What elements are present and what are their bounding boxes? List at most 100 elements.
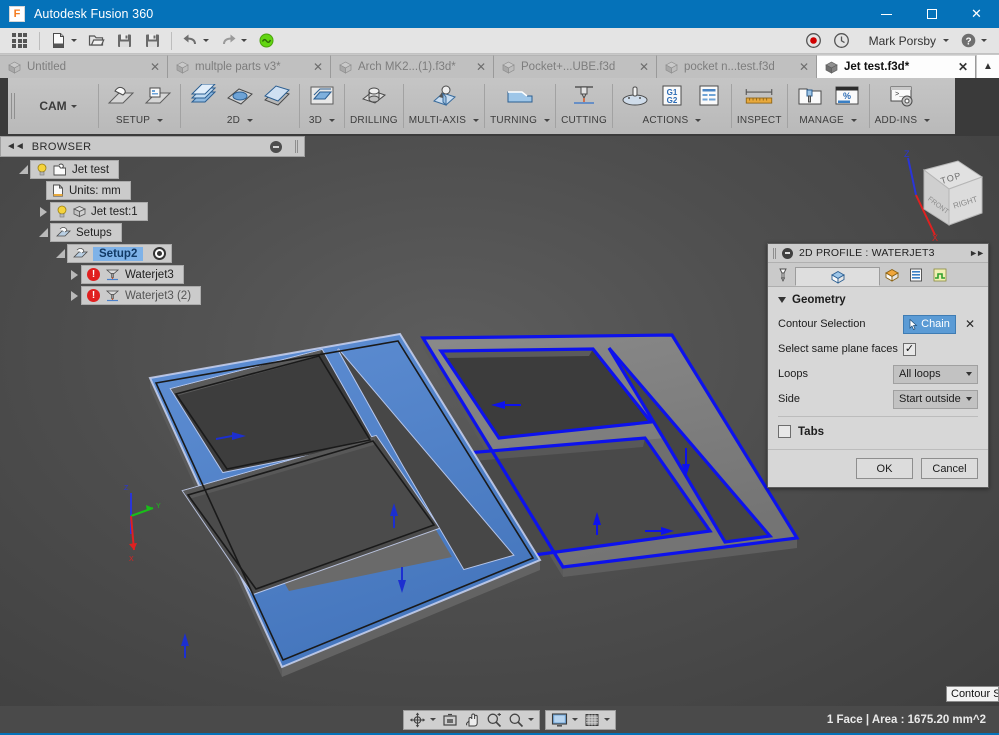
expander-closed-icon[interactable] bbox=[36, 202, 50, 221]
measure-button[interactable] bbox=[742, 82, 776, 114]
loops-select[interactable]: All loops bbox=[893, 364, 978, 384]
orbit-button[interactable] bbox=[406, 711, 439, 729]
ribbon-group-label-cutting[interactable]: CUTTING bbox=[561, 115, 607, 126]
help-button[interactable]: ? bbox=[956, 29, 991, 53]
cutting-button[interactable] bbox=[567, 82, 601, 114]
light-bulb-icon[interactable] bbox=[36, 163, 48, 176]
tree-row-setups[interactable]: Setups bbox=[0, 223, 310, 242]
machining-time-button[interactable]: % bbox=[830, 82, 864, 114]
simulate-button[interactable] bbox=[618, 82, 652, 114]
tab-scroll-up-button[interactable]: ▲ bbox=[977, 55, 999, 78]
ribbon-group-label-actions[interactable]: ACTIONS bbox=[642, 115, 702, 126]
tree-row-waterjet3[interactable]: ! Waterjet3 bbox=[0, 265, 310, 284]
maximize-button[interactable] bbox=[909, 0, 954, 28]
side-select[interactable]: Start outside bbox=[893, 389, 978, 409]
record-button[interactable] bbox=[801, 29, 826, 53]
close-tab-icon[interactable]: ✕ bbox=[313, 60, 323, 74]
close-button[interactable]: ✕ bbox=[954, 0, 999, 28]
drilling-button[interactable] bbox=[357, 82, 391, 114]
setup-from-folder-button[interactable] bbox=[141, 82, 175, 114]
ribbon-group-label-turning[interactable]: TURNING bbox=[490, 115, 551, 126]
tree-row-waterjet3-2[interactable]: ! Waterjet3 (2) bbox=[0, 286, 310, 305]
zoom-button[interactable] bbox=[505, 711, 537, 729]
tree-row-jet-test-1[interactable]: Jet test:1 bbox=[0, 202, 310, 221]
setup-target-icon[interactable] bbox=[153, 247, 167, 260]
display-settings-button[interactable] bbox=[548, 711, 581, 729]
ribbon-group-label-drilling[interactable]: DRILLING bbox=[350, 115, 398, 126]
geometry-section-header[interactable]: Geometry bbox=[778, 294, 978, 306]
tree-row-setup2[interactable]: Setup2 bbox=[0, 244, 310, 263]
tool-library-button[interactable] bbox=[793, 82, 827, 114]
recent-button[interactable] bbox=[829, 29, 854, 53]
app-grid-icon[interactable] bbox=[12, 33, 27, 48]
contour-selection-chain-button[interactable]: Chain bbox=[903, 314, 956, 334]
undo-button[interactable] bbox=[178, 29, 213, 53]
ribbon-group-label-manage[interactable]: MANAGE bbox=[799, 115, 857, 126]
expander-open-icon[interactable] bbox=[16, 160, 30, 179]
expander-open-icon[interactable] bbox=[36, 223, 50, 242]
dialog-minimize-icon[interactable] bbox=[782, 247, 793, 259]
expander-open-icon[interactable] bbox=[53, 244, 67, 263]
close-tab-icon[interactable]: ✕ bbox=[799, 60, 809, 74]
ribbon-group-label-2d[interactable]: 2D bbox=[227, 115, 254, 126]
zoom-window-button[interactable] bbox=[483, 711, 505, 729]
tree-row-units[interactable]: Units: mm bbox=[0, 181, 310, 200]
document-tab-1[interactable]: multple parts v3* ✕ bbox=[168, 55, 331, 78]
document-tab-0[interactable]: Untitled ✕ bbox=[0, 55, 168, 78]
dialog-expand-icon[interactable]: ►► bbox=[969, 248, 985, 258]
document-tab-4[interactable]: pocket n...test.f3d ✕ bbox=[657, 55, 817, 78]
collapse-left-icon[interactable]: ◄◄ bbox=[6, 141, 25, 152]
look-at-button[interactable] bbox=[439, 711, 461, 729]
turning-button[interactable] bbox=[503, 82, 537, 114]
document-tab-5[interactable]: Jet test.f3d* ✕ bbox=[817, 55, 976, 78]
document-tab-2[interactable]: Arch MK2...(1).f3d* ✕ bbox=[331, 55, 494, 78]
redo-button[interactable] bbox=[216, 29, 251, 53]
same-plane-faces-checkbox[interactable] bbox=[903, 342, 916, 356]
save-button[interactable] bbox=[112, 29, 137, 53]
scripts-addins-button[interactable]: >_ bbox=[885, 82, 919, 114]
dialog-tab-passes[interactable] bbox=[904, 263, 928, 286]
document-tab-3[interactable]: Pocket+...UBE.f3d ✕ bbox=[494, 55, 657, 78]
light-bulb-icon[interactable] bbox=[56, 205, 68, 218]
tree-row-jet-test[interactable]: Jet test bbox=[0, 160, 310, 179]
close-tab-icon[interactable]: ✕ bbox=[150, 60, 160, 74]
open-button[interactable] bbox=[84, 29, 109, 53]
postprocess-button[interactable]: G1 G2 bbox=[655, 82, 689, 114]
dialog-grip[interactable] bbox=[773, 247, 776, 259]
multiaxis-button[interactable] bbox=[427, 82, 461, 114]
adaptive-2d-button[interactable] bbox=[260, 82, 294, 114]
close-tab-icon[interactable]: ✕ bbox=[958, 60, 968, 74]
view-cube[interactable]: Z X TOP FRONT RIGHT bbox=[880, 143, 995, 243]
dialog-title-bar[interactable]: 2D PROFILE : WATERJET3 ►► bbox=[768, 244, 988, 263]
ribbon-group-label-setup[interactable]: SETUP bbox=[116, 115, 164, 126]
expander-closed-icon[interactable] bbox=[67, 265, 81, 284]
new-document-button[interactable] bbox=[46, 29, 81, 53]
ribbon-group-label-3d[interactable]: 3D bbox=[309, 115, 336, 126]
panel-minimize-icon[interactable] bbox=[270, 140, 282, 153]
dialog-tab-tool[interactable] bbox=[771, 263, 795, 286]
close-tab-icon[interactable]: ✕ bbox=[476, 60, 486, 74]
ribbon-group-label-multiaxis[interactable]: MULTI-AXIS bbox=[409, 115, 480, 126]
pocket-2d-button[interactable] bbox=[223, 82, 257, 114]
save-as-button[interactable] bbox=[140, 29, 165, 53]
job-status-button[interactable] bbox=[254, 29, 279, 53]
user-menu[interactable]: Mark Porsby bbox=[857, 29, 953, 53]
dialog-tab-heights[interactable] bbox=[880, 263, 904, 286]
face-2d-button[interactable] bbox=[186, 82, 220, 114]
clear-selection-icon[interactable]: ✕ bbox=[962, 317, 978, 331]
grid-snap-button[interactable] bbox=[581, 711, 613, 729]
setup-sheet-button[interactable] bbox=[692, 82, 726, 114]
ribbon-group-label-addins[interactable]: ADD-INS bbox=[875, 115, 931, 126]
minimize-button[interactable] bbox=[864, 0, 909, 28]
close-tab-icon[interactable]: ✕ bbox=[639, 60, 649, 74]
pan-button[interactable] bbox=[461, 711, 483, 729]
adaptive-3d-button[interactable] bbox=[305, 82, 339, 114]
workspace-selector[interactable]: CAM bbox=[18, 78, 98, 134]
dialog-tab-geometry[interactable] bbox=[795, 267, 880, 286]
expander-closed-icon[interactable] bbox=[67, 286, 81, 305]
tabs-checkbox[interactable] bbox=[778, 425, 791, 438]
ribbon-group-label-inspect[interactable]: INSPECT bbox=[737, 115, 782, 126]
panel-resize-grip[interactable] bbox=[295, 140, 299, 153]
cancel-button[interactable]: Cancel bbox=[921, 458, 978, 479]
dialog-tab-linking[interactable] bbox=[928, 263, 952, 286]
